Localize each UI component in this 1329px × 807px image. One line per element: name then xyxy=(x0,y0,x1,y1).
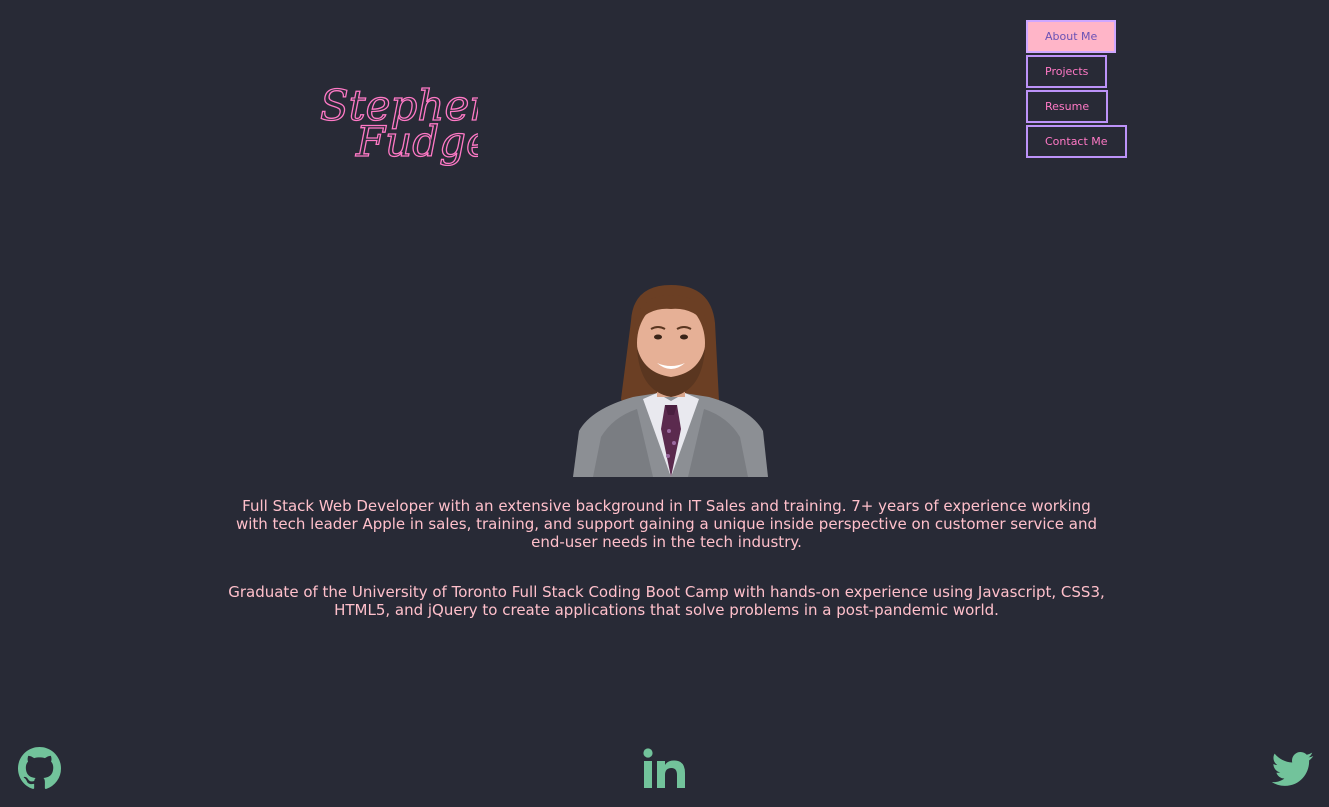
logo-line-2: Fudge xyxy=(355,117,478,166)
profile-photo xyxy=(573,281,768,477)
bio-paragraph-1: Full Stack Web Developer with an extensi… xyxy=(235,497,1098,551)
nav-resume[interactable]: Resume xyxy=(1026,90,1109,123)
site-logo[interactable]: Stephen Fudge xyxy=(318,80,497,166)
github-icon[interactable] xyxy=(18,747,61,790)
nav-about-me[interactable]: About Me xyxy=(1026,20,1117,53)
linkedin-icon[interactable] xyxy=(643,747,686,790)
main-nav: About Me Projects Resume Contact Me xyxy=(1026,20,1127,160)
twitter-icon[interactable] xyxy=(1270,747,1314,791)
nav-contact-me[interactable]: Contact Me xyxy=(1026,125,1127,158)
nav-projects[interactable]: Projects xyxy=(1026,55,1108,88)
bio-paragraph-2: Graduate of the University of Toronto Fu… xyxy=(228,583,1105,619)
